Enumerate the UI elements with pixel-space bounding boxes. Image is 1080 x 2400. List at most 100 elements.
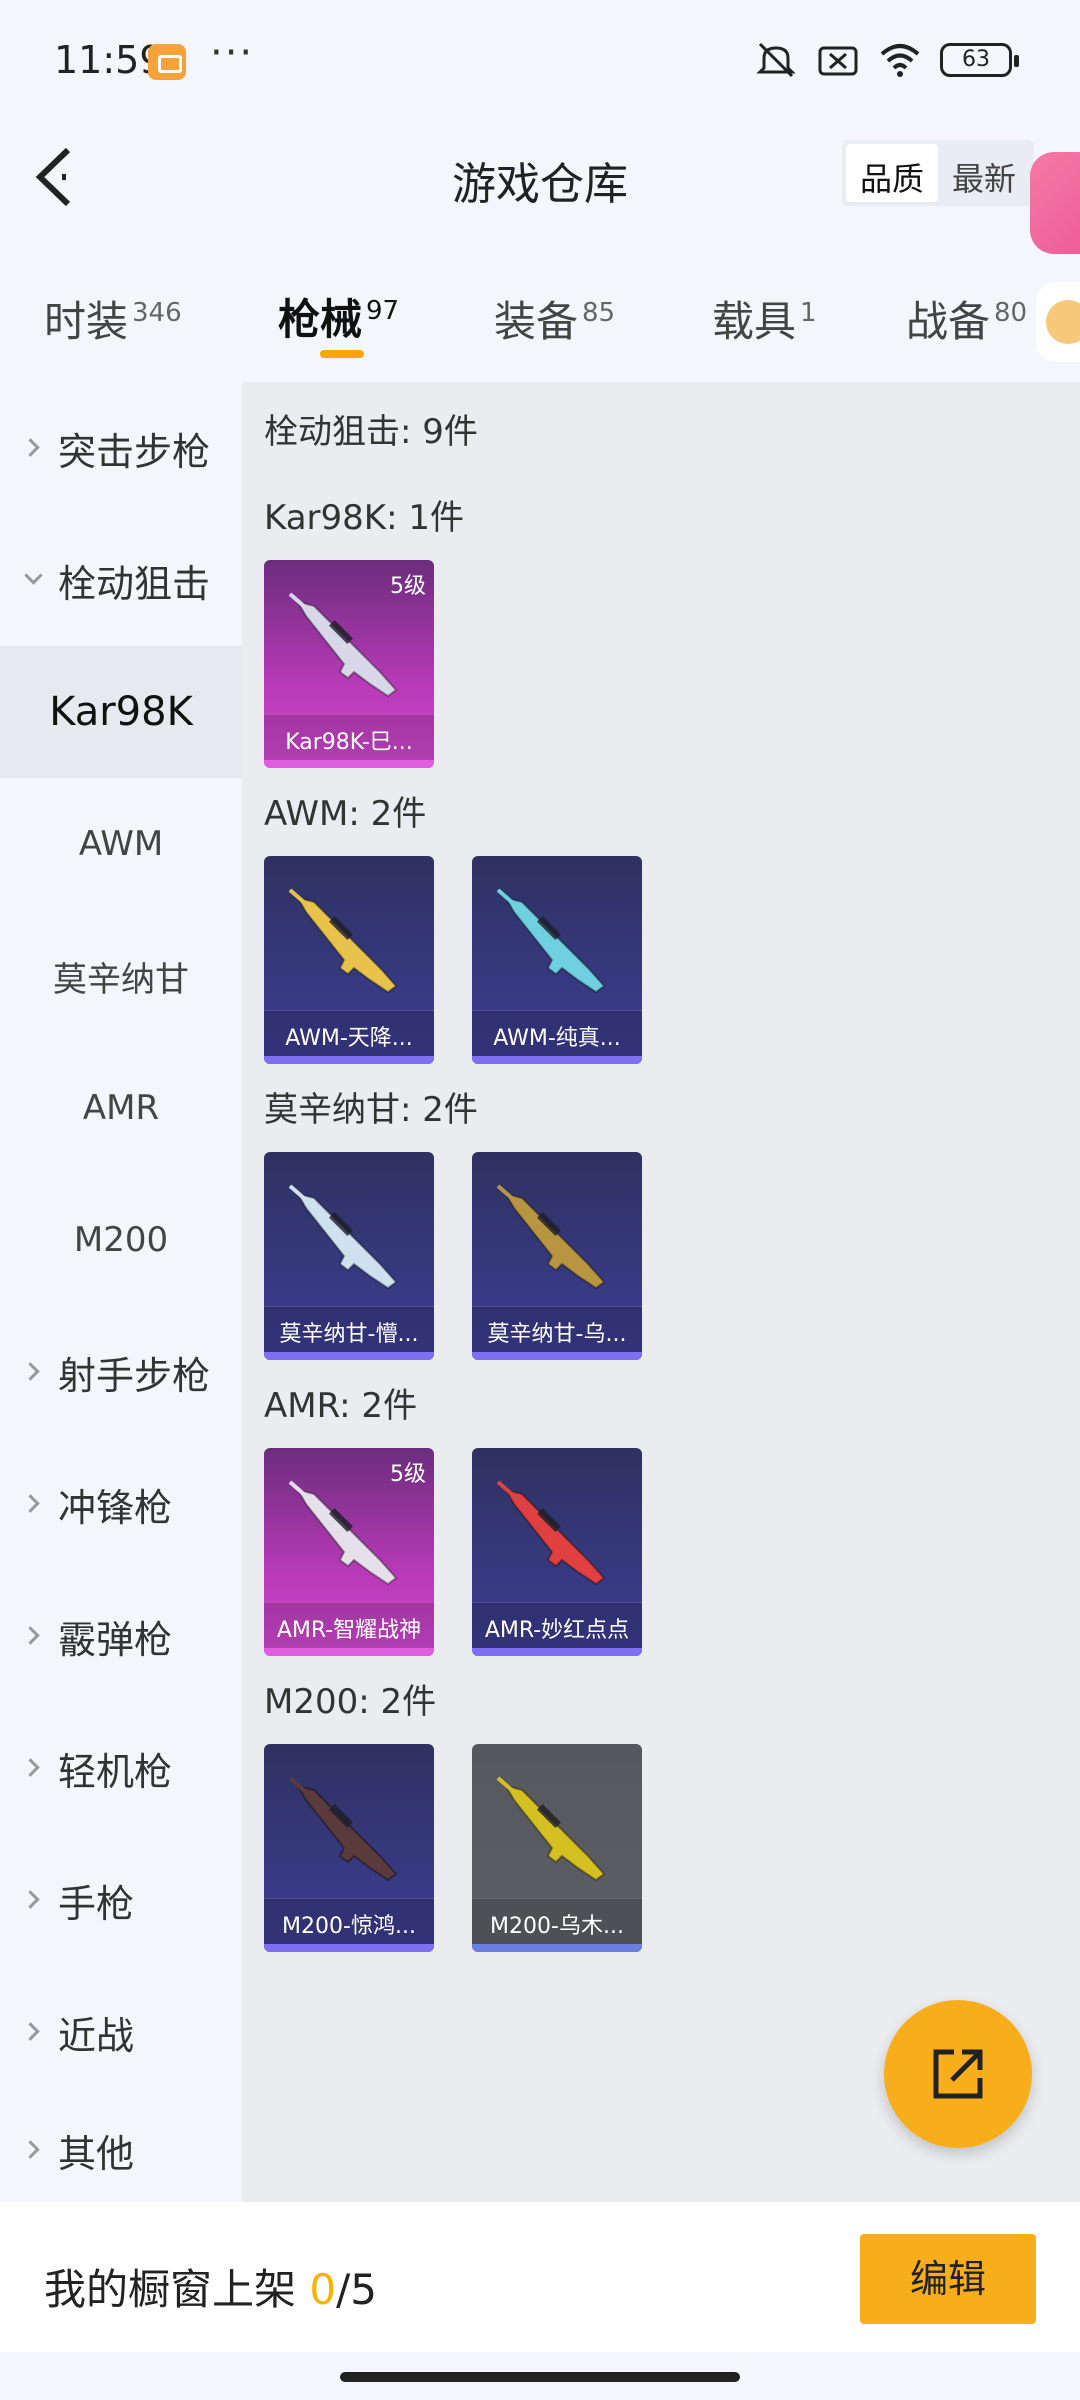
quality-bar	[264, 1056, 434, 1064]
sidebar-item-other[interactable]: 其他	[0, 2098, 242, 2202]
skin-card[interactable]: AWM-纯真...	[472, 856, 642, 1064]
rifle-icon	[288, 1776, 398, 1882]
skin-card[interactable]: AWM-天降...	[264, 856, 434, 1064]
floating-side-widget-orange[interactable]	[1036, 282, 1080, 362]
sort-by-newest[interactable]: 最新	[938, 144, 1030, 202]
tab-supplies[interactable]: 战备 80	[906, 288, 1027, 378]
chevron-right-icon	[22, 1625, 44, 1647]
sidebar-item-assault-rifle[interactable]: 突击步枪	[0, 382, 242, 514]
section-title: AMR: 2件	[264, 1386, 418, 1426]
skin-name: AMR-智耀战神	[276, 1618, 422, 1643]
sidebar-item-label: 手枪	[58, 1881, 135, 1926]
sort-by-quality[interactable]: 品质	[846, 144, 939, 202]
rifle-icon	[496, 1776, 606, 1882]
quality-bar	[472, 1352, 642, 1360]
tab-count: 97	[366, 296, 400, 326]
chevron-down-icon	[22, 569, 44, 591]
tab-count: 80	[994, 298, 1028, 328]
skin-card[interactable]: M200-惊鸿...	[264, 1744, 434, 1952]
status-bar: 11:59 ··· 63	[0, 0, 1080, 120]
showcase-text: 我的橱窗上架	[44, 2265, 297, 2314]
section-title: 莫辛纳甘: 2件	[264, 1090, 478, 1130]
share-button[interactable]	[884, 2000, 1032, 2148]
skin-name: 莫辛纳甘-乌...	[487, 1322, 627, 1347]
skin-name: AMR-妙红点点	[484, 1618, 630, 1643]
sidebar-subitem-mosin-nagant[interactable]: 莫辛纳甘	[0, 910, 242, 1042]
rifle-icon	[496, 1480, 606, 1586]
category-title: 栓动狙击: 9件	[264, 412, 478, 452]
skin-level-badge: 5级	[390, 574, 426, 599]
chevron-right-icon	[22, 1361, 44, 1383]
quality-bar	[472, 1648, 642, 1656]
chevron-right-icon	[22, 1493, 44, 1515]
sidebar-subitem-kar98k[interactable]: Kar98K	[0, 646, 242, 778]
sidebar-item-label: 冲锋枪	[58, 1485, 173, 1530]
sidebar-item-shotgun[interactable]: 霰弹枪	[0, 1570, 242, 1702]
sidebar-item-lmg[interactable]: 轻机枪	[0, 1702, 242, 1834]
sidebar-item-label: 轻机枪	[58, 1749, 173, 1794]
rifle-icon	[496, 888, 606, 994]
sidebar-item-label: AWM	[78, 824, 164, 864]
section-title: AWM: 2件	[264, 794, 427, 834]
skin-level-badge: 5级	[390, 1462, 426, 1487]
quality-bar	[472, 1944, 642, 1952]
sidebar-item-label: 近战	[58, 2013, 135, 2058]
showcase-bar: 我的橱窗上架 0/5 编辑	[0, 2202, 1080, 2352]
sidebar-subitem-amr[interactable]: AMR	[0, 1042, 242, 1174]
sidebar-item-label: Kar98K	[49, 689, 193, 735]
sidebar-item-bolt-action-sniper[interactable]: 栓动狙击	[0, 514, 242, 646]
chevron-right-icon	[22, 1889, 44, 1911]
tab-label: 枪械	[278, 295, 363, 344]
sidebar-subitem-awm[interactable]: AWM	[0, 778, 242, 910]
skin-name: Kar98K-巳...	[285, 730, 413, 755]
sidebar-item-label: 霰弹枪	[58, 1617, 173, 1662]
rifle-icon	[496, 1184, 606, 1290]
battery-indicator: 63	[940, 43, 1019, 77]
skin-card[interactable]: 5级 AMR-智耀战神	[264, 1448, 434, 1656]
tab-fashion[interactable]: 时装 346	[44, 288, 182, 378]
skin-card[interactable]: 莫辛纳甘-乌...	[472, 1152, 642, 1360]
skin-name: M200-惊鸿...	[282, 1914, 416, 1939]
tab-count: 346	[132, 298, 182, 328]
home-indicator[interactable]	[340, 2372, 740, 2382]
chevron-right-icon	[22, 437, 44, 459]
quality-bar	[264, 1944, 434, 1952]
tab-firearms[interactable]: 枪械 97	[278, 286, 399, 376]
skin-card[interactable]: 5级 Kar98K-巳...	[264, 560, 434, 768]
chevron-right-icon	[22, 1757, 44, 1779]
edit-button[interactable]: 编辑	[860, 2234, 1036, 2324]
notification-app-icon	[148, 44, 186, 80]
sidebar-item-label: 其他	[58, 2131, 135, 2176]
quality-bar	[264, 1352, 434, 1360]
skin-card[interactable]: AMR-妙红点点	[472, 1448, 642, 1656]
inventory-content: 栓动狙击: 9件 Kar98K: 1件 5级 Kar98K-巳... AWM: 2件 A…	[242, 382, 1080, 2202]
skin-name: 莫辛纳甘-懵...	[279, 1322, 419, 1347]
status-icons: 63	[754, 40, 1019, 80]
sidebar-item-label: 栓动狙击	[58, 561, 211, 606]
skin-card[interactable]: M200-乌木...	[472, 1744, 642, 1952]
sidebar-item-smg[interactable]: 冲锋枪	[0, 1438, 242, 1570]
tab-equipment[interactable]: 装备 85	[494, 288, 615, 378]
mute-vibrate-icon	[756, 42, 796, 78]
skin-card[interactable]: 莫辛纳甘-懵...	[264, 1152, 434, 1360]
sidebar-item-label: 射手步枪	[58, 1353, 211, 1398]
tab-vehicles[interactable]: 载具 1	[712, 288, 817, 378]
floating-side-widget-pink[interactable]	[1030, 152, 1080, 254]
showcase-current-count: 0	[309, 2265, 337, 2314]
category-tabs: 时装 346 枪械 97 装备 85 载具 1 战备 80	[0, 270, 1030, 380]
sidebar-item-melee[interactable]: 近战	[0, 1966, 242, 2098]
more-notifications-icon: ···	[210, 30, 255, 76]
sidebar-item-label: 莫辛纳甘	[53, 959, 189, 1000]
tab-count: 1	[800, 298, 817, 328]
sidebar-item-pistol[interactable]: 手枪	[0, 1834, 242, 1966]
sidebar-subitem-m200[interactable]: M200	[0, 1174, 242, 1306]
chevron-right-icon	[22, 2021, 44, 2043]
external-share-icon	[933, 2049, 983, 2099]
sidebar-item-marksman-rifle[interactable]: 射手步枪	[0, 1306, 242, 1438]
sidebar-item-label: AMR	[82, 1088, 160, 1128]
tab-label: 战备	[906, 297, 991, 346]
showcase-total-count: /5	[336, 2265, 377, 2314]
skin-name: M200-乌木...	[490, 1914, 624, 1939]
showcase-label: 我的橱窗上架 0/5	[44, 2256, 377, 2317]
quality-bar	[472, 1056, 642, 1064]
